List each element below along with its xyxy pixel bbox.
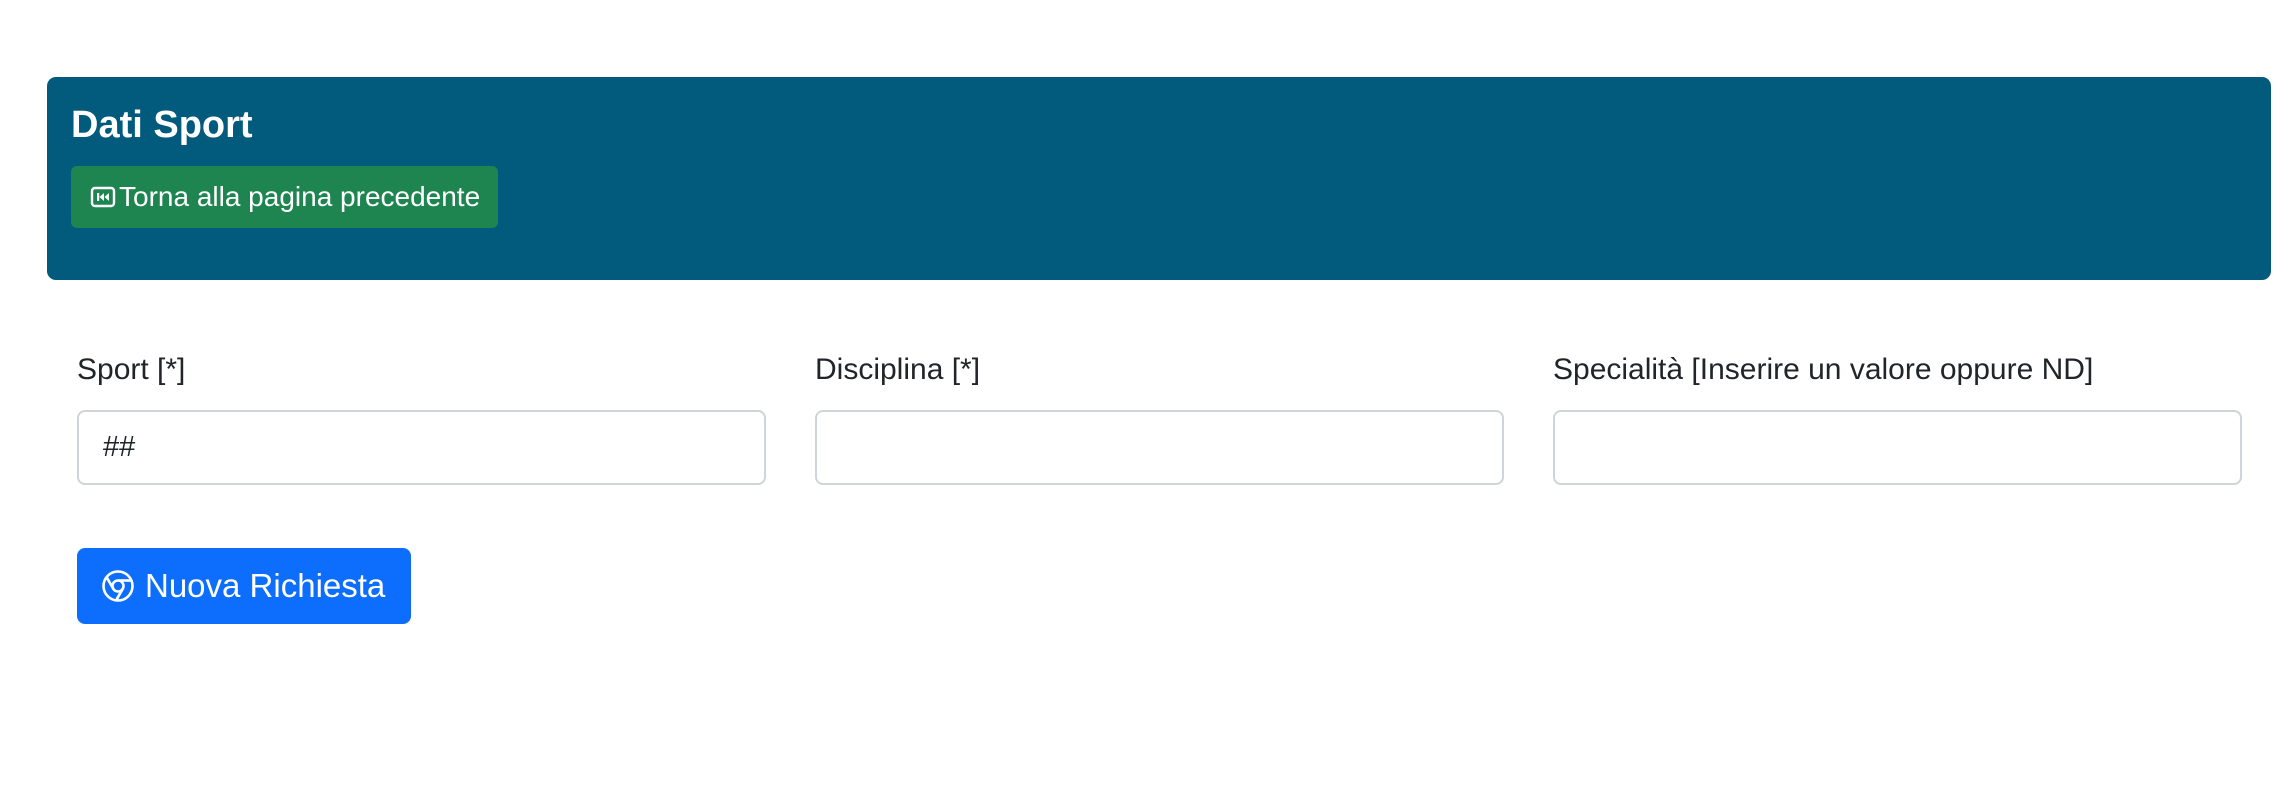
sport-label: Sport [*] xyxy=(77,353,186,386)
disciplina-input[interactable] xyxy=(815,410,1504,485)
page-title: Dati Sport xyxy=(71,104,253,146)
header-card: Dati Sport Torna alla pagina precedente xyxy=(47,77,2271,280)
skip-backward-icon xyxy=(89,183,117,211)
back-button[interactable]: Torna alla pagina precedente xyxy=(71,166,499,228)
disciplina-label: Disciplina [*] xyxy=(815,353,981,386)
chrome-icon xyxy=(101,569,135,603)
sport-form: Sport [*] Disciplina [*] Specialità [Ins… xyxy=(77,345,2243,485)
disciplina-field-group: Disciplina [*] xyxy=(815,345,1504,485)
back-button-label: Torna alla pagina precedente xyxy=(119,181,481,212)
new-request-button[interactable]: Nuova Richiesta xyxy=(77,548,412,624)
sport-input[interactable] xyxy=(77,410,766,485)
specialita-field-group: Specialità [Inserire un valore oppure ND… xyxy=(1553,345,2242,485)
new-request-label: Nuova Richiesta xyxy=(145,567,386,604)
specialita-input[interactable] xyxy=(1553,410,2242,485)
page: Dati Sport Torna alla pagina precedente … xyxy=(0,0,2296,794)
specialita-label: Specialità [Inserire un valore oppure ND… xyxy=(1553,353,2094,386)
sport-field-group: Sport [*] xyxy=(77,345,766,485)
